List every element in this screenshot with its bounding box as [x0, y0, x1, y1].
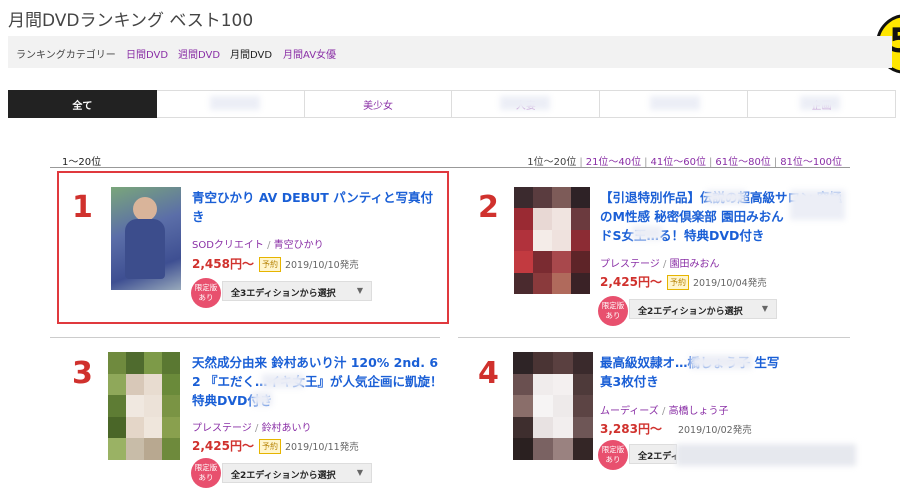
actress-link[interactable]: 園田みおん [670, 259, 720, 270]
blur-patch [800, 96, 840, 110]
rank-number: 2 [478, 190, 499, 225]
limited-edition-badge: 限定版 あり [191, 458, 221, 488]
release-date: 2019/10/11発売 [284, 442, 359, 453]
blur-patch [500, 96, 550, 110]
rank-number: 3 [72, 356, 93, 391]
edition-select[interactable]: 全2エディションから選択 ▼ [629, 299, 777, 319]
genre-tabs: 全て 美少女 人妻 企画 [8, 90, 896, 118]
price-row: 2,425円〜 予約 2019/10/04発売 [600, 273, 767, 290]
divider [50, 167, 850, 168]
blur-patch [210, 96, 260, 110]
chevron-down-icon: ▼ [356, 468, 363, 477]
actress-link[interactable]: 鈴村あいり [262, 423, 312, 434]
preorder-badge: 予約 [666, 275, 689, 290]
edition-select[interactable]: 全2エディションから選択 ▼ [222, 463, 372, 483]
preorder-badge: 予約 [258, 439, 281, 454]
product-title[interactable]: 天然成分由来 鈴村あいり汁 120% 2nd. 6 2 『エだく…イキ女王』が人… [192, 353, 444, 410]
release-date: 2019/10/04発売 [692, 278, 767, 289]
category-link-daily-dvd[interactable]: 日間DVD [126, 46, 168, 61]
blur-patch [650, 96, 700, 110]
limited-edition-badge: 限定版 あり [598, 440, 628, 470]
category-link-monthly-actress[interactable]: 月間AV女優 [283, 46, 336, 61]
product-thumbnail-mosaic[interactable] [108, 352, 180, 460]
tab-bishoujo[interactable]: 美少女 [304, 90, 453, 118]
highlight-box [57, 171, 449, 324]
price: 3,283円〜 [600, 422, 662, 436]
blur-patch [262, 374, 304, 388]
blur-patch [790, 190, 845, 220]
blur-patch [706, 190, 746, 204]
range-label: 1〜20位 [62, 157, 102, 168]
product-thumbnail-mosaic[interactable] [514, 187, 590, 294]
tab-all[interactable]: 全て [8, 90, 157, 118]
product-meta: プレステージ / 園田みおん [600, 259, 720, 270]
blur-patch [690, 355, 752, 369]
product-meta: プレステージ / 鈴村あいり [192, 423, 312, 434]
category-label: ランキングカテゴリー [16, 50, 116, 61]
blur-patch [676, 444, 856, 466]
price: 2,425円〜 [600, 275, 662, 289]
divider [458, 337, 850, 338]
limited-edition-badge: 限定版 あり [598, 296, 628, 326]
divider [50, 337, 440, 338]
maker-link[interactable]: プレステージ [600, 259, 660, 270]
maker-link[interactable]: ムーディーズ [600, 406, 659, 417]
product-thumbnail-mosaic[interactable] [513, 352, 593, 460]
release-date: 2019/10/02発売 [677, 425, 752, 436]
edition-select[interactable]: 全2エディションから選択 [629, 444, 677, 464]
blur-patch [632, 226, 662, 240]
chevron-down-icon: ▼ [761, 304, 768, 313]
actress-link[interactable]: 高橋しょう子 [669, 406, 729, 417]
product-meta: ムーディーズ / 高橋しょう子 [600, 406, 729, 417]
category-link-monthly-dvd[interactable]: 月間DVD [230, 46, 272, 61]
ranking-category-bar: ランキングカテゴリー 日間DVD 週間DVD 月間DVD 月間AV女優 [8, 36, 892, 68]
maker-link[interactable]: プレステージ [192, 423, 252, 434]
price-row: 3,283円〜 2019/10/02発売 [600, 420, 752, 437]
price-row: 2,425円〜 予約 2019/10/11発売 [192, 437, 359, 454]
category-link-weekly-dvd[interactable]: 週間DVD [178, 46, 220, 61]
rank-number: 4 [478, 356, 499, 391]
page-title: 月間DVDランキング ベスト100 [8, 11, 254, 31]
price: 2,425円〜 [192, 439, 254, 453]
blur-patch [252, 392, 272, 406]
pagination: 1位〜20位 | 21位〜40位 | 41位〜60位 | 61位〜80位 | 81位〜100位 [527, 157, 842, 168]
